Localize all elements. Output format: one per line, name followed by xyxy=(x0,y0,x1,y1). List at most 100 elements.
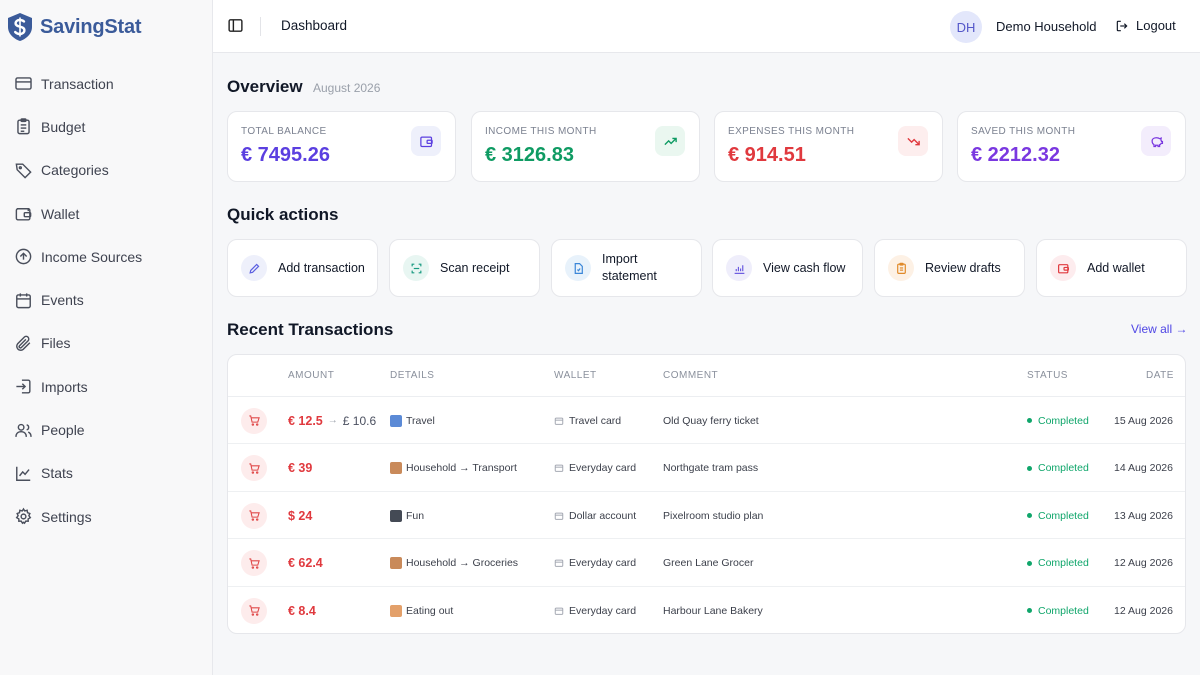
column-header-wallet[interactable]: Wallet xyxy=(554,370,597,381)
import-icon xyxy=(13,377,33,397)
sidebar-item-wallet[interactable]: Wallet xyxy=(0,192,212,235)
conversion-arrow-icon: → xyxy=(327,415,338,426)
add-transaction-button[interactable]: Add transaction xyxy=(227,239,378,297)
line-chart-icon xyxy=(13,463,33,483)
sidebar-item-label: Settings xyxy=(41,508,92,525)
stat-label: Saved this month xyxy=(971,126,1076,137)
sidebar-item-label: Income Sources xyxy=(41,248,143,265)
transaction-comment: Pixelroom studio plan xyxy=(663,509,764,522)
wallet-icon xyxy=(554,417,564,425)
pencil-icon xyxy=(241,255,267,281)
transaction-date: 12 Aug 2026 xyxy=(1114,557,1173,569)
clipboard-list-icon xyxy=(13,117,33,137)
transaction-wallet: Everyday card xyxy=(569,462,637,474)
house-icon xyxy=(390,557,402,569)
bar-chart-icon xyxy=(726,255,752,281)
status-dot-icon xyxy=(1027,513,1032,518)
column-header-amount[interactable]: Amount xyxy=(288,370,334,381)
column-header-details[interactable]: Details xyxy=(390,370,434,381)
table-row[interactable]: € 12.5 → £ 10.6 Travel Travel card Old Q… xyxy=(228,397,1185,444)
stat-card-income: Income this month € 3126.83 xyxy=(471,111,700,182)
sidebar-item-label: Categories xyxy=(41,162,109,179)
sidebar-item-transaction[interactable]: Transaction xyxy=(0,62,212,105)
table-row[interactable]: € 39 Household → Transport Everyday card… xyxy=(228,445,1185,492)
scan-icon xyxy=(403,255,429,281)
transaction-comment: Harbour Lane Bakery xyxy=(663,604,763,617)
transaction-amount: € 12.5 xyxy=(288,413,323,428)
status-dot-icon xyxy=(1027,465,1032,471)
cart-icon xyxy=(241,550,267,576)
status-dot-icon xyxy=(1027,560,1032,566)
cart-icon xyxy=(241,502,267,529)
sidebar-item-stats[interactable]: Stats xyxy=(0,452,212,495)
transaction-details: Household → Groceries xyxy=(406,557,519,569)
quick-action-label: Add transaction xyxy=(278,260,365,275)
sidebar-nav: Transaction Budget Categories Wallet Inc… xyxy=(0,62,212,538)
sidebar-item-categories[interactable]: Categories xyxy=(0,149,212,192)
sidebar-item-label: Wallet xyxy=(41,205,80,222)
transaction-amount: € 39 xyxy=(288,461,313,475)
column-header-date[interactable]: Date xyxy=(1146,370,1174,381)
table-row[interactable]: € 62.4 Household → Groceries Everyday ca… xyxy=(228,540,1185,587)
sidebar-item-income-sources[interactable]: Income Sources xyxy=(0,235,212,278)
sidebar-item-settings[interactable]: Settings xyxy=(0,495,212,538)
trending-down-icon xyxy=(898,126,928,156)
table-row[interactable]: $ 24 Fun Dollar account Pixelroom studio… xyxy=(228,492,1185,539)
gear-icon xyxy=(13,507,33,527)
wallet-icon xyxy=(554,512,564,520)
sidebar-item-people[interactable]: People xyxy=(0,408,212,451)
transaction-comment: Old Quay ferry ticket xyxy=(663,414,759,427)
sidebar-item-label: People xyxy=(41,422,85,439)
transaction-details: Travel xyxy=(406,414,435,427)
review-drafts-button[interactable]: Review drafts xyxy=(874,239,1025,297)
logout-button[interactable]: Logout xyxy=(1115,18,1176,33)
page-title: Dashboard xyxy=(281,18,348,33)
status-dot-icon xyxy=(1027,418,1032,423)
transaction-comment: Green Lane Grocer xyxy=(663,557,754,569)
table-row[interactable]: € 8.4 Eating out Everyday card Harbour L… xyxy=(228,587,1185,633)
paperclip-icon xyxy=(13,333,33,353)
house-icon xyxy=(390,462,402,474)
overview-title: Overview xyxy=(227,77,303,96)
quick-action-label: Review drafts xyxy=(925,260,1001,275)
wallet-icon xyxy=(411,126,441,156)
transactions-table: Amount Details Wallet Comment Status Dat… xyxy=(227,354,1186,634)
transaction-amount: € 8.4 xyxy=(288,603,316,618)
column-header-status[interactable]: Status xyxy=(1027,370,1068,381)
sidebar-toggle-icon[interactable] xyxy=(227,17,244,34)
view-cash-flow-button[interactable]: View cash flow xyxy=(712,239,863,297)
sidebar-item-imports[interactable]: Imports xyxy=(0,365,212,408)
cart-icon xyxy=(241,455,267,481)
sidebar-item-budget[interactable]: Budget xyxy=(0,105,212,148)
airplane-icon xyxy=(390,414,402,427)
transaction-date: 14 Aug 2026 xyxy=(1114,462,1173,474)
stat-card-expenses: Expenses this month € 914.51 xyxy=(714,111,943,182)
cart-icon xyxy=(241,597,267,624)
sidebar-item-files[interactable]: Files xyxy=(0,322,212,365)
sidebar-item-events[interactable]: Events xyxy=(0,278,212,321)
add-wallet-button[interactable]: Add wallet xyxy=(1036,239,1187,297)
transaction-details: Household → Transport xyxy=(406,462,517,474)
transaction-wallet: Everyday card xyxy=(569,604,637,617)
view-all-link[interactable]: View all → xyxy=(1131,322,1187,336)
stat-card-total-balance: Total balance € 7495.26 xyxy=(227,111,456,182)
transaction-amount: $ 24 xyxy=(288,508,313,523)
status-badge: Completed xyxy=(1038,557,1089,569)
header-divider xyxy=(260,17,261,36)
transaction-wallet: Travel card xyxy=(569,414,622,427)
status-dot-icon xyxy=(1027,608,1032,613)
import-statement-button[interactable]: Import statement xyxy=(551,239,702,297)
status-badge: Completed xyxy=(1038,462,1089,474)
column-header-comment[interactable]: Comment xyxy=(663,370,718,381)
file-import-icon xyxy=(565,255,591,281)
scan-receipt-button[interactable]: Scan receipt xyxy=(389,239,540,297)
wallet-icon xyxy=(554,607,564,615)
household-name[interactable]: Demo Household xyxy=(996,19,1096,34)
clipboard-icon xyxy=(888,255,914,281)
quick-actions-title: Quick actions xyxy=(227,205,339,224)
avatar[interactable]: DH xyxy=(950,11,982,43)
quick-action-label: Add wallet xyxy=(1087,260,1145,275)
clapperboard-icon xyxy=(390,509,402,522)
brand[interactable]: SavingStat xyxy=(6,11,142,43)
brand-logo-icon xyxy=(8,13,32,41)
